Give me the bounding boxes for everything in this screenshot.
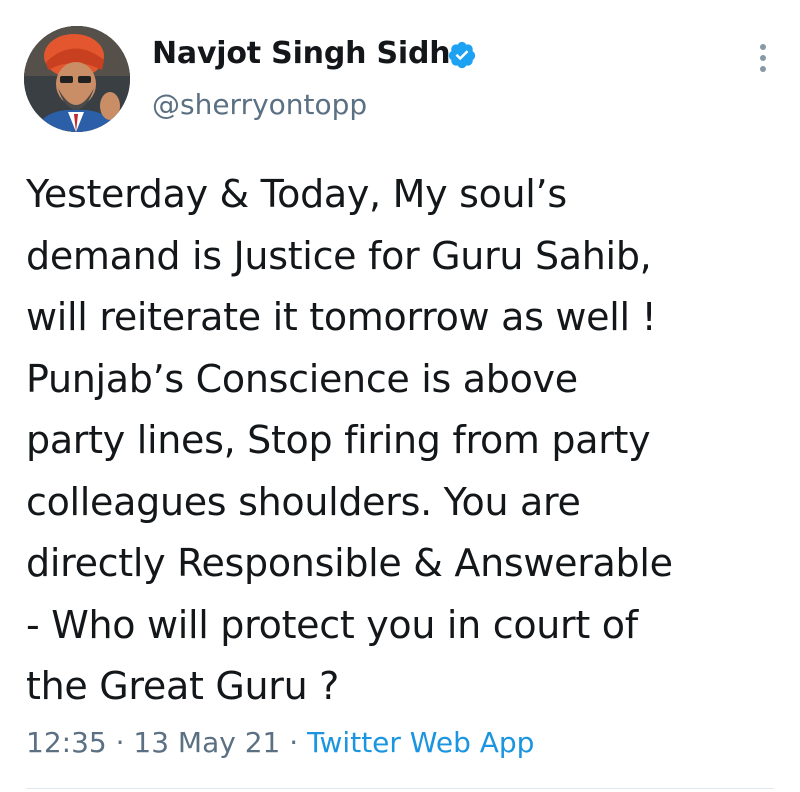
tweet-text-line: demand is Justice for Guru Sahib,: [26, 233, 652, 278]
tweet-text-line: Punjab’s Conscience is above: [26, 356, 578, 401]
tweet-metadata: 12:35 · 13 May 21 · Twitter Web App: [26, 726, 534, 759]
verified-badge-icon: [448, 41, 476, 69]
more-options-button[interactable]: [748, 38, 778, 78]
profile-photo-icon: [24, 26, 130, 132]
tweet-text-line: colleagues shoulders. You are: [26, 479, 581, 524]
tweet-text-line: Yesterday & Today, My soul’s: [26, 172, 567, 216]
divider: [26, 788, 774, 789]
author-display-name[interactable]: Navjot Singh Sidhu: [152, 36, 472, 71]
tweet-time[interactable]: 12:35: [26, 726, 107, 759]
meta-separator: ·: [280, 726, 308, 759]
author-avatar[interactable]: [24, 26, 130, 132]
tweet-source-link[interactable]: Twitter Web App: [307, 726, 534, 759]
tweet-card: Navjot Singh Sidhu @sherryontopp Yesterd…: [0, 0, 800, 792]
more-dot-icon: [760, 44, 766, 50]
tweet-text: Yesterday & Today, My soul’s demand is J…: [26, 164, 786, 718]
tweet-text-line: will reiterate it tomorrow as well !: [26, 295, 657, 339]
tweet-text-line: the Great Guru ?: [26, 664, 340, 708]
tweet-text-line: - Who will protect you in court of: [26, 602, 638, 647]
tweet-text-line: directly Responsible & Answerable: [26, 541, 673, 585]
tweet-date[interactable]: 13 May 21: [133, 726, 280, 759]
more-dot-icon: [760, 55, 766, 61]
author-handle[interactable]: @sherryontopp: [152, 88, 367, 121]
more-dot-icon: [760, 66, 766, 72]
meta-separator: ·: [106, 726, 134, 759]
tweet-text-line: party lines, Stop firing from party: [26, 418, 651, 462]
